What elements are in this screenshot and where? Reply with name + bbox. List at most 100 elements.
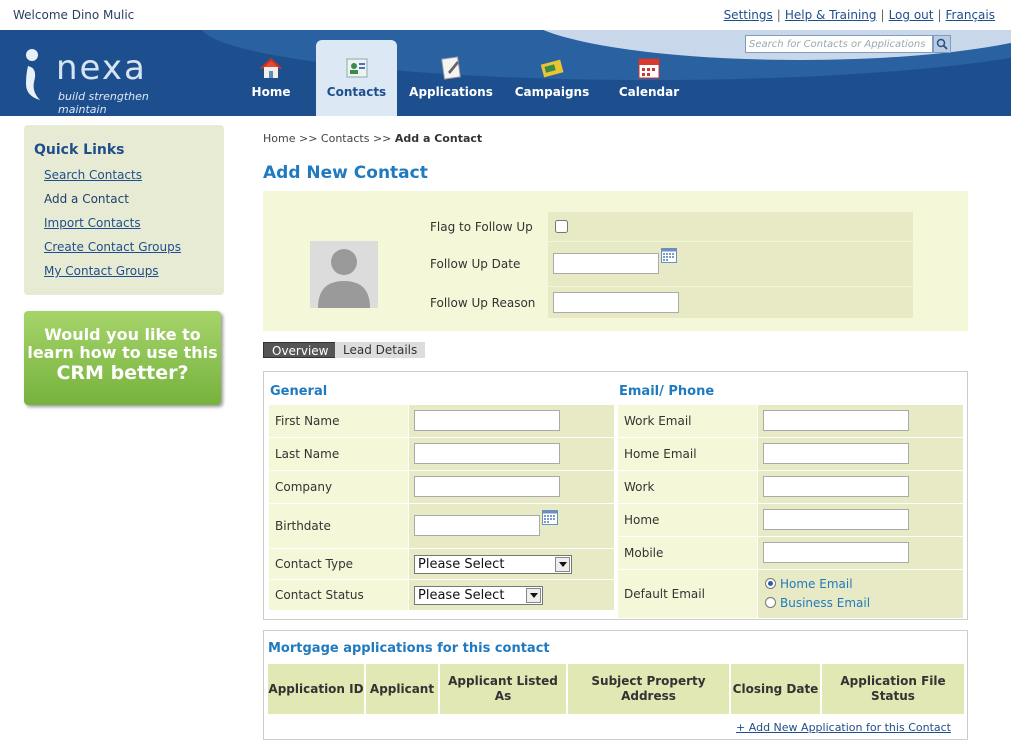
company-input[interactable]: [414, 476, 560, 497]
radio-home-email[interactable]: Home Email: [765, 577, 853, 591]
home-phone-row: Home: [618, 504, 963, 536]
birthdate-input[interactable]: [414, 515, 540, 536]
nav-applications[interactable]: Applications: [406, 40, 496, 116]
home-email-label: Home Email: [624, 447, 697, 461]
mortgage-table-header: Application ID Applicant Applicant Liste…: [268, 664, 964, 714]
search-button[interactable]: [933, 35, 951, 53]
birthdate-picker-icon[interactable]: [542, 509, 558, 525]
crm-training-banner[interactable]: Would you like to learn how to use this …: [24, 311, 221, 405]
nexa-logo[interactable]: nexa build strengthen maintain: [18, 42, 198, 116]
work-email-input[interactable]: [763, 410, 909, 431]
tab-lead-details[interactable]: Lead Details: [335, 342, 426, 358]
follow-up-reason-input[interactable]: [553, 292, 679, 313]
work-phone-row: Work: [618, 471, 963, 503]
follow-up-date-row: Follow Up Date: [425, 242, 913, 287]
breadcrumb-sep: >>: [372, 132, 392, 145]
radio-business-email[interactable]: Business Email: [765, 596, 870, 610]
contact-type-select[interactable]: Please Select: [414, 555, 572, 574]
nav-campaigns[interactable]: Campaigns: [508, 40, 596, 116]
nav-contacts[interactable]: Contacts: [316, 40, 397, 116]
home-email-input[interactable]: [763, 443, 909, 464]
contact-type-label: Contact Type: [275, 557, 354, 571]
last-name-input[interactable]: [414, 443, 560, 464]
top-bar: Welcome Dino Mulic Settings | Help & Train…: [0, 0, 1011, 30]
home-phone-label: Home: [624, 513, 660, 527]
applications-icon: [441, 56, 461, 80]
breadcrumb-home[interactable]: Home: [263, 132, 295, 145]
francais-link[interactable]: Français: [946, 8, 995, 22]
nav-applications-label: Applications: [409, 85, 493, 99]
calendar-icon: [638, 58, 660, 79]
contact-type-value: Please Select: [418, 557, 505, 572]
settings-link[interactable]: Settings: [724, 8, 773, 22]
breadcrumb: Home >> Contacts >> Add a Contact: [263, 132, 482, 145]
contact-details-panel: General Email/ Phone First Name Last Nam…: [263, 371, 968, 620]
add-application-link[interactable]: + Add New Application for this Contact: [736, 721, 951, 734]
welcome-text: Welcome Dino Mulic: [13, 8, 135, 22]
logout-link[interactable]: Log out: [889, 8, 934, 22]
work-phone-label: Work: [624, 480, 655, 494]
contact-status-value: Please Select: [418, 588, 505, 603]
nav-home-label: Home: [251, 85, 291, 99]
company-label: Company: [275, 480, 333, 494]
search-input[interactable]: [745, 35, 933, 53]
nav-contacts-label: Contacts: [326, 85, 387, 99]
flag-follow-up-checkbox[interactable]: [555, 220, 568, 233]
last-name-row: Last Name: [269, 438, 614, 470]
work-email-label: Work Email: [624, 414, 692, 428]
mobile-input[interactable]: [763, 542, 909, 563]
contact-status-row: Contact Status Please Select: [269, 580, 614, 610]
default-email-label: Default Email: [624, 587, 705, 601]
birthdate-row: Birthdate: [269, 504, 614, 548]
campaigns-icon: [540, 59, 564, 78]
tab-overview[interactable]: Overview: [263, 342, 338, 358]
contact-type-row: Contact Type Please Select: [269, 549, 614, 579]
nav-campaigns-label: Campaigns: [514, 85, 590, 99]
follow-up-panel: Flag to Follow Up Follow Up Date Follow …: [263, 191, 968, 331]
mortgage-applications-panel: Mortgage applications for this contact A…: [263, 630, 968, 740]
quick-link-import-contacts[interactable]: Import Contacts: [44, 216, 141, 230]
follow-up-reason-row: Follow Up Reason: [425, 287, 913, 319]
home-phone-input[interactable]: [763, 509, 909, 530]
breadcrumb-contacts[interactable]: Contacts: [321, 132, 370, 145]
quick-link-my-groups[interactable]: My Contact Groups: [44, 264, 159, 278]
nav-calendar[interactable]: Calendar: [610, 40, 688, 116]
nav-calendar-label: Calendar: [618, 85, 680, 99]
first-name-label: First Name: [275, 414, 340, 428]
promo-line-3: CRM better?: [56, 362, 189, 384]
house-icon: [260, 58, 282, 78]
global-search: [745, 35, 951, 53]
quick-link-add-contact[interactable]: Add a Contact: [44, 192, 129, 206]
logo-word: nexa: [56, 48, 147, 88]
promo-line-2: learn how to use this: [27, 343, 218, 362]
general-section-title: General: [270, 384, 328, 399]
chevron-down-icon: [558, 562, 567, 567]
col-closing-date: Closing Date: [731, 664, 822, 714]
contact-avatar[interactable]: [310, 241, 378, 308]
follow-up-date-input[interactable]: [553, 253, 659, 274]
person-placeholder-icon: [318, 249, 370, 308]
date-picker-icon[interactable]: [661, 247, 677, 263]
birthdate-label: Birthdate: [275, 519, 331, 533]
company-row: Company: [269, 471, 614, 503]
email-phone-section-title: Email/ Phone: [619, 384, 715, 399]
col-applicant-listed-as: Applicant Listed As: [440, 664, 568, 714]
work-phone-input[interactable]: [763, 476, 909, 497]
promo-line-1: Would you like to: [44, 325, 201, 344]
quick-link-create-groups[interactable]: Create Contact Groups: [44, 240, 181, 254]
nav-home[interactable]: Home: [236, 40, 306, 116]
contact-status-select[interactable]: Please Select: [414, 586, 543, 605]
logo-mark-icon: [26, 49, 40, 100]
follow-up-reason-label: Follow Up Reason: [430, 296, 536, 310]
last-name-label: Last Name: [275, 447, 340, 461]
quick-links-panel: Quick Links Search Contacts Add a Contac…: [24, 125, 224, 295]
mobile-label: Mobile: [624, 546, 664, 560]
breadcrumb-current: Add a Contact: [394, 132, 483, 145]
contact-status-label: Contact Status: [275, 588, 364, 602]
first-name-input[interactable]: [414, 410, 560, 431]
help-training-link[interactable]: Help & Training: [785, 8, 877, 22]
radio-unselected-icon: [765, 597, 776, 608]
breadcrumb-sep: >>: [298, 132, 318, 145]
flag-follow-up-label: Flag to Follow Up: [430, 220, 533, 234]
quick-link-search-contacts[interactable]: Search Contacts: [44, 168, 142, 182]
